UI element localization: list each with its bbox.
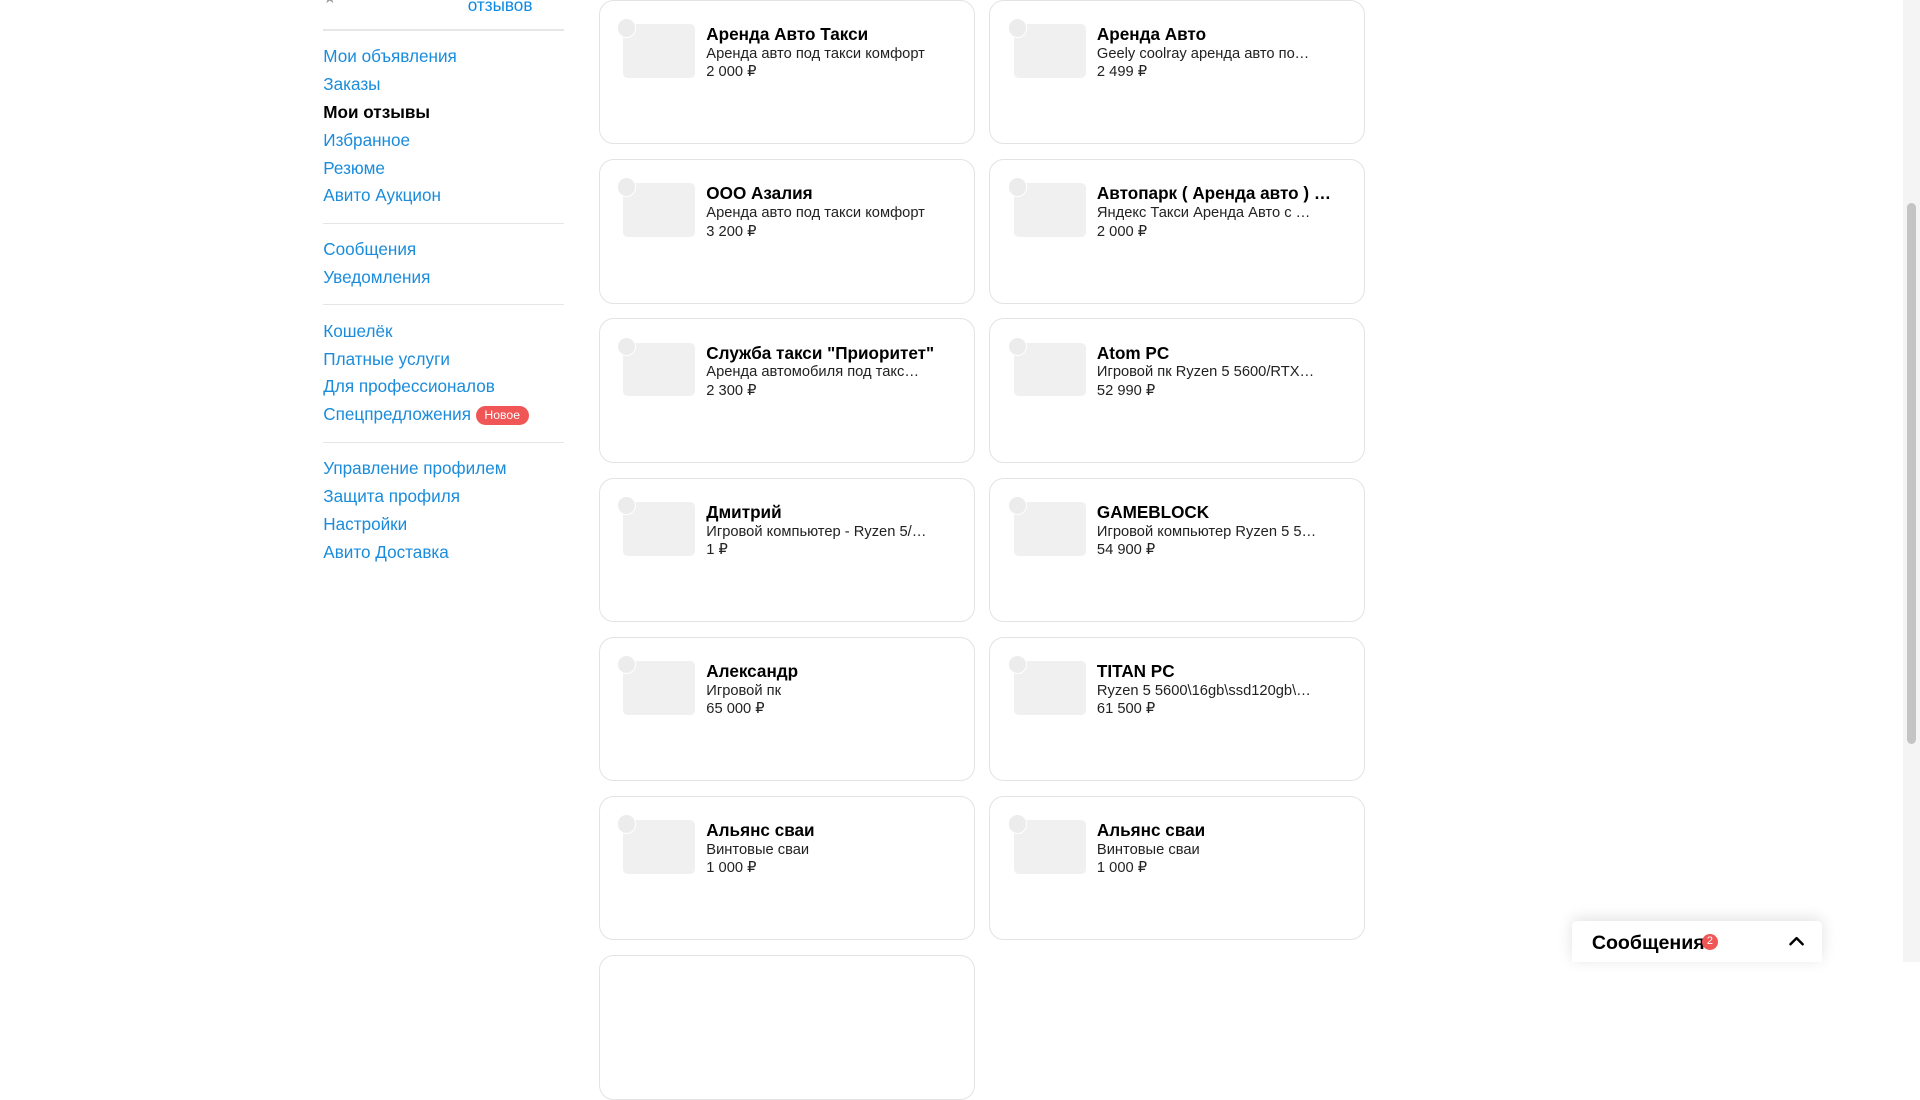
seller-avatar	[616, 814, 637, 834]
item-price: 61 500 ₽	[1096, 701, 1156, 718]
item-description: Аренда авто под такси комфорт	[706, 205, 925, 222]
item-title: TITAN PC	[1096, 660, 1175, 681]
sidebar-item-auction[interactable]: Авито Аукцион	[323, 182, 564, 210]
item-card[interactable]: Александр Игровой пк 65 000 ₽	[598, 636, 975, 782]
item-description: Винтовые сваи	[1096, 842, 1200, 858]
sidebar-item-favorites[interactable]: Избранное	[323, 127, 564, 155]
item-card[interactable]: Альянс сваи Винтовые сваи 1 000 ₽	[989, 795, 1366, 941]
item-card[interactable]: Альянс сваи Винтовые сваи 1 000 ₽	[598, 795, 975, 941]
item-price: 65 000 ₽	[706, 701, 765, 718]
item-card[interactable]: Atom PC Игровой пк Ryzen 5 5600/RTX2060 …	[989, 318, 1366, 463]
item-price: 1 000 ₽	[706, 860, 757, 877]
sidebar-item-for-professionals[interactable]: Для профессионалов	[323, 373, 564, 401]
menu-group-main: Мои объявления Заказы Мои отзывы Избранн…	[323, 43, 564, 211]
sidebar-item-orders[interactable]: Заказы	[323, 71, 564, 99]
item-price: 2 499 ₽	[1096, 64, 1148, 81]
divider	[323, 222, 565, 224]
item-card[interactable]: Автопарк ( Аренда авто ) Яндекс Яндекс Т…	[989, 159, 1366, 304]
item-title: Аренда Авто	[1096, 24, 1207, 45]
seller-avatar	[1007, 814, 1028, 834]
sidebar-item-paid-services[interactable]: Платные услуги	[323, 346, 564, 374]
item-card[interactable]: Аренда Авто Geely coolray аренда авто по…	[989, 0, 1366, 145]
reviews-count-link[interactable]: отзывов	[468, 0, 533, 16]
item-title: Аренда Авто Такси	[706, 24, 869, 45]
profile-sidebar: ★ отзывов Мои объявления Заказы Мои отзы…	[323, 0, 565, 567]
item-title: Дмитрий	[706, 501, 782, 522]
chevron-up-icon[interactable]	[1788, 932, 1805, 949]
sidebar-item-wallet[interactable]: Кошелёк	[323, 318, 564, 346]
item-title: Альянс сваи	[706, 820, 815, 841]
item-description: Аренда автомобиля под такси комфорт	[706, 364, 926, 381]
item-title: GAMEBLOCK	[1096, 501, 1210, 522]
scrollbar-thumb[interactable]	[1906, 203, 1917, 745]
item-description: Игровой компьютер - Ryzen 5/RTX	[706, 523, 927, 540]
item-price: 1 000 ₽	[1096, 860, 1148, 877]
item-card[interactable]: TITAN PC Ryzen 5 5600\16gb\ssd120gb\hdd …	[989, 636, 1366, 782]
item-title: Atom PC	[1096, 342, 1170, 363]
sidebar-item-messages[interactable]: Сообщения	[323, 236, 564, 264]
sidebar-item-resume[interactable]: Резюме	[323, 155, 564, 183]
seller-avatar	[1007, 177, 1028, 197]
item-description: Игровой пк Ryzen 5 5600/RTX2060	[1096, 364, 1318, 381]
item-price: 54 900 ₽	[1096, 541, 1156, 558]
item-title: Альянс сваи	[1096, 820, 1206, 841]
item-description: Яндекс Такси Аренда Авто с лицензией	[1096, 205, 1317, 222]
messenger-label: Сообщения	[1591, 931, 1705, 954]
sidebar-item-label: Спецпредложения	[323, 404, 471, 425]
page-scrollbar[interactable]	[1902, 0, 1920, 963]
item-price: 3 200 ₽	[706, 223, 757, 240]
item-description: Ryzen 5 5600\16gb\ssd120gb\hdd	[1096, 682, 1318, 699]
menu-group-profile: Управление профилем Защита профиля Настр…	[323, 455, 564, 567]
sidebar-item-special-offers[interactable]: Спецпредложения Новое	[323, 401, 564, 429]
item-description: Игровой компьютер Ryzen 5 5600	[1096, 523, 1318, 540]
page: ★ отзывов Мои объявления Заказы Мои отзы…	[0, 0, 1920, 1100]
sidebar-item-notifications[interactable]: Уведомления	[323, 264, 564, 292]
sidebar-item-profile-management[interactable]: Управление профилем	[323, 455, 564, 483]
divider	[323, 441, 565, 443]
item-description: Geely coolray аренда авто под такси	[1096, 46, 1317, 63]
item-price: 52 990 ₽	[1096, 382, 1156, 399]
divider	[323, 29, 565, 31]
item-title: Автопарк ( Аренда авто ) Яндекс	[1096, 183, 1342, 204]
item-price: 2 000 ₽	[1096, 223, 1148, 240]
new-badge: Новое	[475, 406, 529, 425]
item-title: Служба такси "Приоритет"	[706, 342, 935, 363]
menu-group-communication: Сообщения Уведомления	[323, 236, 564, 292]
unread-count-badge: 2	[1702, 934, 1718, 951]
item-price: 2 300 ₽	[706, 382, 757, 399]
item-price: 2 000 ₽	[706, 64, 757, 81]
item-card[interactable]: GAMEBLOCK Игровой компьютер Ryzen 5 5600…	[989, 477, 1366, 623]
item-card[interactable]: ООО Азалия Аренда авто под такси комфорт…	[598, 159, 975, 304]
sidebar-item-delivery[interactable]: Авито Доставка	[323, 539, 564, 567]
sidebar-item-my-ads[interactable]: Мои объявления	[323, 43, 564, 71]
item-card[interactable]: Аренда Авто Такси Аренда авто под такси …	[598, 0, 975, 145]
divider	[323, 304, 565, 306]
sidebar-item-my-reviews[interactable]: Мои отзывы	[323, 99, 564, 127]
seller-avatar	[1007, 336, 1028, 357]
profile-summary: ★ отзывов	[323, 0, 564, 16]
item-title: ООО Азалия	[706, 183, 813, 204]
item-description: Аренда авто под такси комфорт	[706, 46, 925, 63]
item-card[interactable]: Дмитрий Игровой компьютер - Ryzen 5/RTX …	[598, 477, 975, 623]
seller-avatar	[1007, 18, 1028, 38]
item-description: Игровой пк	[706, 682, 782, 699]
item-price: 1 ₽	[706, 541, 728, 558]
sidebar-item-profile-protection[interactable]: Защита профиля	[323, 483, 564, 511]
sidebar-item-settings[interactable]: Настройки	[323, 511, 564, 539]
item-title: Александр	[706, 660, 799, 681]
item-card[interactable]: Служба такси "Приоритет" Аренда автомоби…	[598, 318, 975, 463]
item-description: Винтовые сваи	[706, 842, 810, 858]
messenger-widget[interactable]: Сообщения 2	[1572, 920, 1823, 963]
menu-group-finance: Кошелёк Платные услуги Для профессионало…	[323, 318, 564, 430]
item-card[interactable]	[598, 955, 975, 1100]
seller-avatar	[616, 18, 637, 38]
